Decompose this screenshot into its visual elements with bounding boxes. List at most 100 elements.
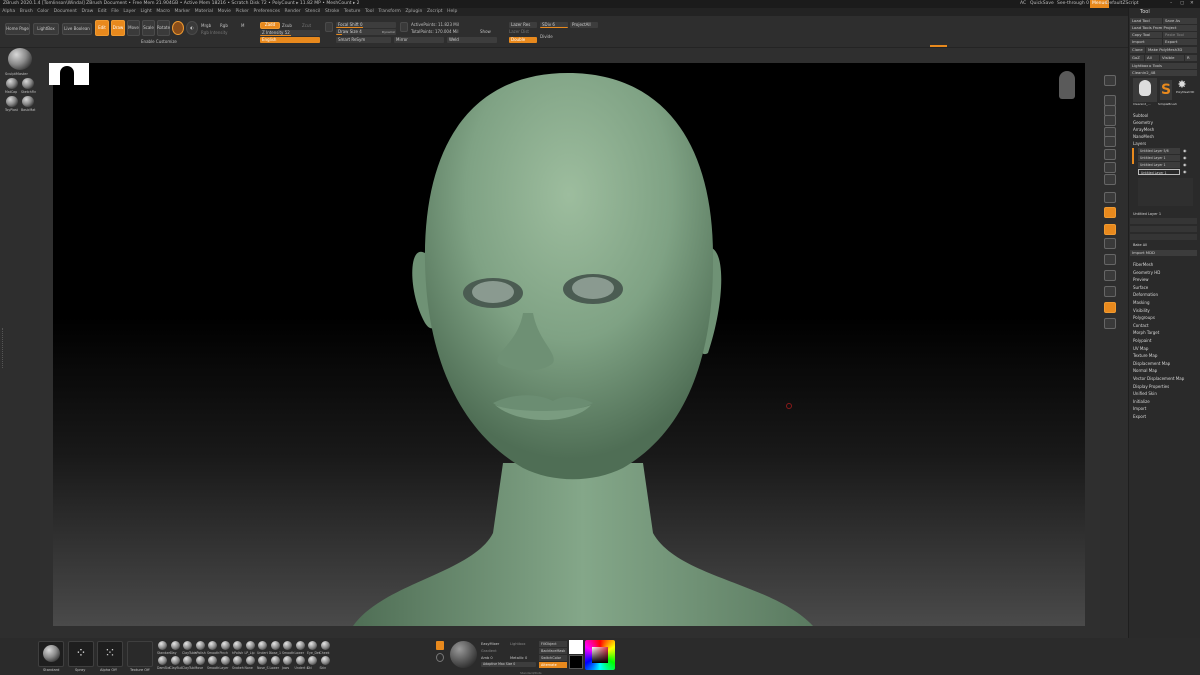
seethrough-slider[interactable]: See-through 0 (1057, 0, 1089, 8)
menu-zplugin[interactable]: Zplugin (405, 9, 422, 14)
edit-button[interactable]: Edit (95, 20, 109, 36)
menu-brush[interactable]: Brush (20, 9, 33, 14)
mirror-button[interactable]: Mirror (394, 37, 444, 43)
sdiv-slider[interactable]: SDiv 6 (540, 22, 568, 28)
brush-icon[interactable] (270, 641, 280, 650)
mrgb-toggle[interactable]: Mrgb (201, 23, 211, 29)
subpalette-display-properties[interactable]: Display Properties (1133, 384, 1169, 390)
home-page-button[interactable]: Home Page (5, 23, 30, 35)
goz-button[interactable]: GoZ (1130, 55, 1144, 61)
lightbox-button[interactable]: LightBox (33, 23, 59, 35)
layer-controls-row[interactable] (1130, 218, 1197, 224)
import-button[interactable]: Import (1130, 39, 1162, 45)
brush-icon[interactable] (195, 641, 205, 650)
scroll-handle[interactable] (2, 328, 6, 368)
layer-row-1[interactable]: Untitled Layer 5/6 (1138, 148, 1180, 154)
brush-icon[interactable] (258, 641, 267, 650)
quicksave-button[interactable]: QuickSave (1030, 0, 1054, 8)
arraymesh-section[interactable]: ArrayMesh (1133, 127, 1154, 133)
maximize-icon[interactable]: ▢ (1180, 0, 1184, 8)
subpalette-export[interactable]: Export (1133, 414, 1146, 420)
rgb-toggle[interactable]: Rgb (220, 23, 228, 29)
metallic-label[interactable]: Metallic 0 (510, 656, 527, 660)
brush-icon[interactable] (170, 641, 180, 650)
main-color-swatch[interactable] (569, 640, 583, 654)
brush-icon[interactable] (320, 656, 330, 665)
show-button[interactable]: Show (480, 29, 491, 35)
subpalette-deformation[interactable]: Deformation (1133, 292, 1158, 298)
switch-color-button[interactable]: SwitchColor (539, 655, 567, 661)
matcap-preview-icon[interactable] (450, 641, 477, 668)
divide-button[interactable]: Divide (540, 34, 553, 40)
strip-floor-icon[interactable] (1104, 162, 1116, 173)
alternate-button[interactable]: Alternate (539, 662, 567, 668)
menu-tool[interactable]: Tool (365, 9, 374, 14)
menu-draw[interactable]: Draw (82, 9, 94, 14)
brush-preview-icon[interactable] (8, 48, 32, 70)
subpalette-polygroups[interactable]: Polygroups (1133, 315, 1155, 321)
zcut-button[interactable]: Zcut (302, 23, 311, 29)
lightbox-tools-button[interactable]: Lightbox ▸ Tools (1130, 63, 1197, 69)
ambient-label[interactable]: Amb 0 (481, 656, 493, 660)
save-as-button[interactable]: Save As (1163, 18, 1197, 24)
menu-marker[interactable]: Marker (175, 9, 191, 14)
brush-icon[interactable] (233, 641, 242, 650)
current-tool-slider[interactable]: Cleanin2_48 (1130, 70, 1197, 76)
clone-button[interactable]: Clone (1130, 47, 1145, 53)
layer-row-4[interactable]: Untitled Layer 1 (1138, 169, 1180, 175)
layer-eye-icon-4[interactable]: ◉ (1183, 169, 1187, 175)
menu-movie[interactable]: Movie (218, 9, 231, 14)
subpalette-visibility[interactable]: Visibility (1133, 308, 1150, 314)
brush-icon[interactable] (183, 641, 192, 650)
subpalette-masking[interactable]: Masking (1133, 300, 1150, 306)
goz-visible-button[interactable]: Visible (1160, 55, 1184, 61)
brush-icon[interactable] (158, 641, 167, 650)
brush-icon[interactable] (220, 641, 230, 650)
brush-icon[interactable] (195, 656, 205, 665)
bake-all-button[interactable]: Bake All (1133, 242, 1147, 248)
brush-icon[interactable] (308, 656, 317, 665)
rotate-button[interactable]: Rotate (157, 20, 170, 36)
secondary-color-swatch[interactable] (569, 655, 583, 669)
minimize-icon[interactable]: – (1170, 0, 1172, 8)
light-icon[interactable] (436, 653, 444, 662)
strip-scale-icon[interactable] (1104, 224, 1116, 235)
standard-brush-icon[interactable] (38, 641, 64, 667)
brush-icon[interactable] (295, 656, 305, 665)
basicmat-sphere-icon[interactable] (22, 96, 34, 107)
default-zscript[interactable]: DefaultZScript (1106, 0, 1139, 8)
dynamic-toggle[interactable]: Dynamic (382, 29, 395, 35)
menu-edit[interactable]: Edit (98, 9, 107, 14)
brush-icon[interactable] (208, 641, 217, 650)
menu-zscript[interactable]: Zscript (427, 9, 443, 14)
paste-tool-button[interactable]: Paste Tool (1163, 32, 1197, 38)
navigation-head-icon[interactable] (1059, 71, 1075, 99)
strip-aahalf-icon[interactable] (1104, 136, 1116, 147)
menu-layer[interactable]: Layer (123, 9, 136, 14)
layer-eye-icon-2[interactable]: ◉ (1183, 155, 1187, 161)
menu-render[interactable]: Render (285, 9, 301, 14)
toyplast-sphere-icon[interactable] (6, 96, 18, 107)
matcap-sphere-icon[interactable] (6, 78, 18, 89)
menu-stroke[interactable]: Stroke (325, 9, 339, 14)
subpalette-morph-target[interactable]: Morph Target (1133, 330, 1159, 336)
focal-shift-slider[interactable]: Focal Shift 0 (336, 22, 396, 28)
lazer-dist-slider[interactable]: Lazer Dist (509, 29, 529, 35)
brush-icon[interactable] (233, 656, 242, 665)
strip-solo-icon[interactable] (1104, 302, 1116, 313)
subpalette-fibermesh[interactable]: FiberMesh (1133, 262, 1153, 268)
ac-button[interactable]: AC (1020, 0, 1026, 8)
subpalette-unified-skin[interactable]: Unified Skin (1133, 391, 1157, 397)
layer-controls-row-3[interactable] (1130, 234, 1197, 240)
strip-persp-icon[interactable] (1104, 149, 1116, 160)
weld-button[interactable]: Weld (447, 37, 497, 43)
brush-icon[interactable] (245, 656, 255, 665)
strip-transp-icon[interactable] (1104, 270, 1116, 281)
matcap-size-slider[interactable]: Adaptive Max Size 0 (481, 662, 536, 667)
load-from-project-button[interactable]: Load Tools From Project (1130, 25, 1197, 31)
live-boolean-button[interactable]: Live Boolean (62, 23, 92, 35)
brush-icon[interactable] (158, 656, 167, 665)
m-toggle[interactable]: M (241, 23, 244, 29)
menu-material[interactable]: Material (195, 9, 213, 14)
double-toggle[interactable]: Double (509, 37, 537, 43)
